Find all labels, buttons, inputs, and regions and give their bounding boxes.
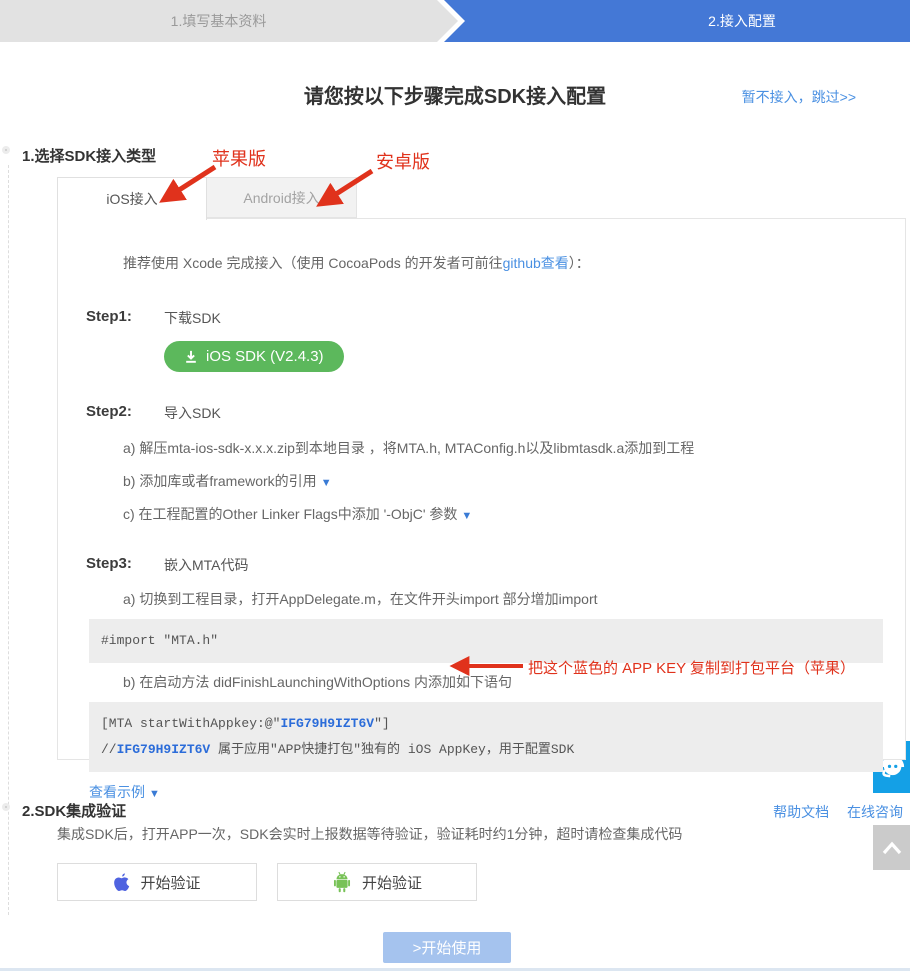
view-example-link[interactable]: 查看示例 ▼ — [89, 782, 905, 802]
view-example-label: 查看示例 — [89, 784, 145, 800]
dropdown-arrow-icon: ▼ — [149, 788, 160, 800]
timeline-dashed-line — [8, 165, 9, 915]
section2-heading: 2.SDK集成验证 — [22, 800, 126, 821]
step2-substep-c: c) 在工程配置的Other Linker Flags中添加 '-ObjC' 参… — [123, 504, 905, 524]
chevron-up-icon — [879, 839, 905, 857]
dropdown-arrow-icon[interactable]: ▼ — [461, 510, 472, 522]
step-1-segment[interactable]: 1.填写基本资料 — [0, 0, 459, 42]
verify-ios-button[interactable]: 开始验证 — [57, 863, 257, 901]
code-appkey-line2: //IFG79H9IZT6V 属于应用"APP快捷打包"独有的 iOS AppK… — [101, 737, 871, 763]
start-using-button[interactable]: >开始使用 — [383, 932, 511, 963]
tab-android[interactable]: Android接入 — [207, 177, 357, 218]
code-block-appkey: [MTA startWithAppkey:@"IFG79H9IZT6V"] //… — [89, 702, 883, 772]
intro-line: 推荐使用 Xcode 完成接入（使用 CocoaPods 的开发者可前往gith… — [123, 253, 905, 273]
tab-android-label: Android接入 — [243, 188, 319, 208]
app-key-value[interactable]: IFG79H9IZT6V — [280, 716, 374, 731]
scroll-to-top-button[interactable] — [873, 825, 910, 870]
code-line2-pre: // — [101, 742, 117, 757]
step2-title: 导入SDK — [164, 403, 221, 423]
section1-heading: 1.选择SDK接入类型 — [22, 145, 156, 166]
skip-link[interactable]: 暂不接入，跳过>> — [742, 87, 856, 107]
intro-text-post: ）： — [569, 255, 590, 271]
code-import-line: #import "MTA.h" — [101, 633, 218, 648]
dropdown-arrow-icon[interactable]: ▼ — [321, 477, 332, 489]
annotation-ios: 苹果版 — [212, 145, 266, 171]
step-2-label: 2.接入配置 — [708, 11, 776, 31]
step3-substep-a: a) 切换到工程目录，打开AppDelegate.m，在文件开头import 部… — [123, 589, 905, 609]
code-appkey-line1: [MTA startWithAppkey:@"IFG79H9IZT6V"] — [101, 711, 871, 737]
sdk-setup-page: 1.填写基本资料 2.接入配置 请您按以下步骤完成SDK接入配置 暂不接入，跳过… — [0, 0, 910, 971]
page-title: 请您按以下步骤完成SDK接入配置 — [304, 86, 606, 108]
section2-description: 集成SDK后，打开APP一次，SDK会实时上报数据等待验证，验证耗时约1分钟，超… — [57, 824, 682, 844]
step2-substep-c-text: c) 在工程配置的Other Linker Flags中添加 '-ObjC' 参… — [123, 506, 457, 522]
apple-icon — [113, 872, 130, 892]
step1-title: 下载SDK — [164, 308, 221, 328]
code-line1-post: "] — [374, 716, 390, 731]
intro-text-pre: 推荐使用 Xcode 完成接入（使用 CocoaPods 的开发者可前往 — [123, 255, 503, 271]
section2-links: 帮助文档 在线咨询 — [759, 802, 903, 822]
annotation-appkey: 把这个蓝色的 APP KEY 复制到打包平台（苹果） — [528, 657, 855, 678]
annotation-android: 安卓版 — [376, 148, 430, 174]
verify-android-button[interactable]: 开始验证 — [277, 863, 477, 901]
download-sdk-button[interactable]: iOS SDK (V2.4.3) — [164, 341, 344, 372]
android-icon — [332, 871, 352, 893]
app-key-value-comment: IFG79H9IZT6V — [117, 742, 211, 757]
step2-substep-a: a) 解压mta-ios-sdk-x.x.x.zip到本地目录 ，将MTA.h,… — [123, 438, 905, 458]
help-doc-link[interactable]: 帮助文档 — [773, 804, 829, 820]
step3-label: Step3: — [86, 555, 164, 575]
timeline-dot-section1 — [2, 146, 10, 154]
verify-ios-label: 开始验证 — [140, 872, 200, 893]
download-sdk-button-label: iOS SDK (V2.4.3) — [206, 348, 324, 365]
step-progress-bar: 1.填写基本资料 2.接入配置 — [0, 0, 910, 42]
code-line2-post: 属于应用"APP快捷打包"独有的 iOS AppKey，用于配置SDK — [210, 742, 574, 757]
step-2-segment[interactable]: 2.接入配置 — [444, 0, 910, 42]
tab-ios-label: iOS接入 — [106, 189, 157, 209]
tab-ios[interactable]: iOS接入 — [57, 177, 207, 220]
step2-substep-b: b) 添加库或者framework的引用 ▼ — [123, 471, 905, 491]
online-support-link[interactable]: 在线咨询 — [847, 804, 903, 820]
step-1-label: 1.填写基本资料 — [171, 11, 267, 31]
step1-label: Step1: — [86, 308, 164, 328]
sdk-type-tabs: iOS接入 Android接入 — [57, 177, 357, 220]
code-line1-pre: [MTA startWithAppkey:@" — [101, 716, 280, 731]
github-link[interactable]: github查看 — [503, 255, 569, 271]
download-icon — [184, 350, 198, 364]
step2-label: Step2: — [86, 403, 164, 423]
ios-integration-panel: 推荐使用 Xcode 完成接入（使用 CocoaPods 的开发者可前往gith… — [57, 218, 906, 760]
timeline-dot-section2 — [2, 803, 10, 811]
verify-android-label: 开始验证 — [362, 872, 422, 893]
step2-substep-b-text: b) 添加库或者framework的引用 — [123, 473, 317, 489]
step3-title: 嵌入MTA代码 — [164, 555, 249, 575]
